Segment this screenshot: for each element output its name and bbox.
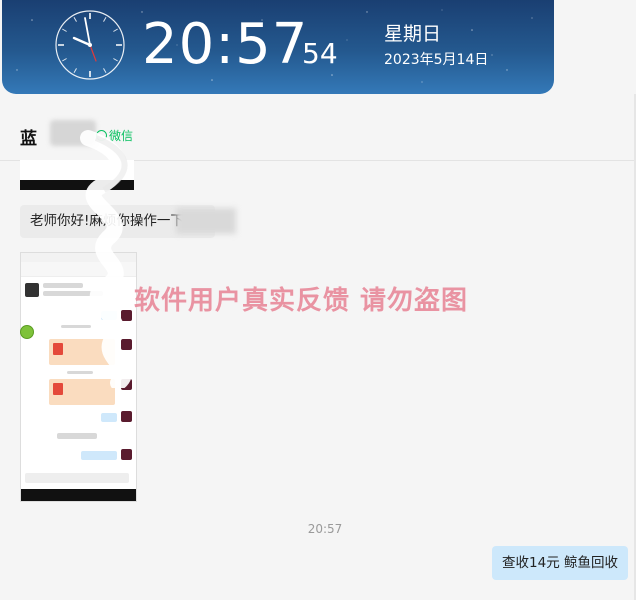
screenshot-avatar (121, 449, 132, 460)
digital-time: 20:57 (142, 12, 309, 77)
outgoing-message-bubble[interactable]: 查收14元 鲸鱼回收 (492, 546, 628, 580)
digital-seconds: 54 (302, 37, 338, 70)
screenshot-text-line (57, 433, 97, 439)
screenshot-input-bar (25, 473, 129, 483)
red-envelope-icon (53, 383, 63, 395)
phone-navbar (21, 489, 136, 501)
analog-clock-icon (55, 10, 125, 80)
screenshot-text-line (43, 283, 83, 288)
message-timestamp: 20:57 (307, 522, 343, 536)
chat-window: 蓝 微信 老师你好!麻烦你操作一下， 软件用户真实反馈 请勿盗图 20:57 查… (0, 94, 636, 600)
screenshot-avatar (121, 411, 132, 422)
redaction-scribble (80, 130, 132, 388)
message-redaction (176, 208, 236, 234)
screenshot-avatar (25, 283, 39, 297)
clock-widget: 20:57 54 星期日 2023年5月14日 (2, 0, 554, 94)
screenshot-blue-bubble (81, 451, 117, 460)
screenshot-blue-bubble (101, 413, 117, 422)
watermark-text: 软件用户真实反馈 请勿盗图 (134, 286, 469, 316)
status-dot-icon (20, 325, 34, 339)
red-envelope-icon (53, 343, 63, 355)
contact-name[interactable]: 蓝 (20, 124, 37, 149)
date-label: 2023年5月14日 (384, 52, 489, 68)
weekday-label: 星期日 (384, 23, 442, 45)
